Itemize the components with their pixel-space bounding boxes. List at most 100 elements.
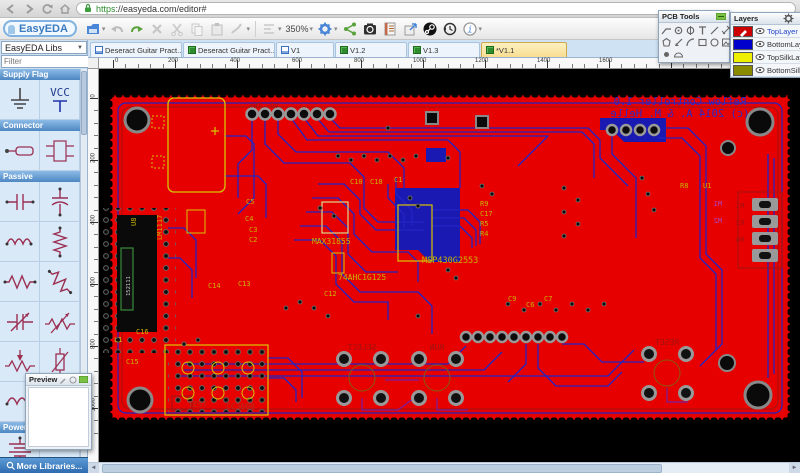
delete-button[interactable] — [147, 19, 167, 39]
redo-button[interactable] — [127, 19, 147, 39]
align-button[interactable]: ▾ — [259, 19, 284, 39]
layer-swatch-bottomsilk[interactable] — [733, 65, 753, 76]
layers-settings-icon[interactable] — [783, 13, 794, 24]
paste-button[interactable] — [207, 19, 227, 39]
tab-pcb-3[interactable]: V1.3 — [408, 42, 480, 57]
lib-symbol-vcc[interactable]: VCC — [40, 80, 80, 120]
workspace: Deseract Guitar Pract.. Deseract Guitar … — [88, 40, 800, 473]
layer-row-topsilk[interactable]: TopSilkLayer — [731, 51, 800, 64]
text-tool[interactable] — [697, 25, 708, 36]
easyeda-app-window: https://easyeda.com/editor# EasyEDA ▾ ▾ … — [0, 0, 800, 473]
layer-row-bottom[interactable]: BottomLayer — [731, 38, 800, 51]
svg-text:TEST: TEST — [188, 400, 207, 409]
circle-tool[interactable] — [709, 37, 720, 48]
library-select[interactable]: EasyEDA Libs▼ — [1, 41, 87, 54]
bom-button[interactable] — [380, 19, 400, 39]
section-connector[interactable]: Connector — [0, 120, 81, 131]
history-button[interactable] — [440, 19, 460, 39]
lib-symbol-resistor-vertical[interactable] — [40, 222, 80, 262]
export-button[interactable] — [400, 19, 420, 39]
hole-tool[interactable] — [661, 49, 672, 60]
pad-tool[interactable] — [673, 25, 684, 36]
scrollbar-thumb[interactable] — [102, 464, 662, 473]
canvas-horizontal-scrollbar[interactable]: ◄ ► — [88, 462, 800, 473]
lib-symbol-capacitor[interactable] — [0, 182, 40, 222]
preview-titlebar[interactable]: Preview — [26, 374, 91, 386]
route-tool[interactable] — [673, 37, 684, 48]
protractor-tool[interactable] — [673, 49, 684, 60]
polygon-tool[interactable] — [661, 37, 672, 48]
svg-text:C6: C6 — [526, 301, 534, 309]
open-icon[interactable] — [69, 376, 77, 384]
svg-text:RUN: RUN — [430, 343, 445, 352]
cut-button[interactable] — [167, 19, 187, 39]
tab-schematic-2[interactable]: V1 — [276, 42, 334, 57]
line-tool[interactable] — [709, 25, 720, 36]
svg-text:U8: U8 — [130, 218, 138, 226]
browser-forward-button[interactable] — [22, 2, 36, 15]
layers-titlebar[interactable]: Layers — [731, 13, 800, 25]
layer-visibility-toggle[interactable] — [753, 66, 767, 74]
screenshot-button[interactable] — [360, 19, 380, 39]
lib-symbol-resistor[interactable] — [0, 262, 40, 302]
lib-symbol-resistor-diagonal[interactable] — [40, 262, 80, 302]
svg-text:M1: M1 — [714, 200, 722, 208]
svg-text:MSP430G2553: MSP430G2553 — [422, 256, 478, 266]
zoom-level-dropdown[interactable]: 350%▾ — [283, 19, 315, 39]
lib-symbol-header-2pin[interactable] — [40, 131, 80, 171]
tab-pcb-1[interactable]: Deseract Guitar Pract.. — [183, 42, 275, 57]
section-passive[interactable]: Passive Components — [0, 171, 81, 182]
lib-symbol-inductor[interactable] — [0, 222, 40, 262]
arc-tool[interactable] — [685, 37, 696, 48]
lock-icon — [82, 0, 93, 18]
layer-row-top[interactable]: TopLayer — [731, 25, 800, 38]
share-button[interactable] — [340, 19, 360, 39]
fabrication-button[interactable] — [420, 19, 440, 39]
svg-text:C16: C16 — [136, 328, 149, 336]
track-tool[interactable] — [661, 25, 672, 36]
layer-row-bottomsilk[interactable]: BottomSilkLayer — [731, 64, 800, 77]
lib-symbol-pin[interactable] — [0, 131, 40, 171]
browser-home-button[interactable] — [58, 2, 72, 15]
tab-pcb-active[interactable]: *V1.1 — [481, 42, 567, 57]
filter-row: ✕ — [1, 55, 87, 68]
layer-swatch-bottom[interactable] — [733, 39, 753, 50]
edit-icon[interactable] — [59, 376, 67, 384]
svg-text:R6: R6 — [736, 236, 744, 244]
scroll-left-arrow[interactable]: ◄ — [88, 463, 99, 473]
via-tool[interactable] — [685, 25, 696, 36]
svg-text:R2: R2 — [736, 219, 744, 227]
tab-schematic-1[interactable]: Deseract Guitar Pract.. — [90, 42, 182, 57]
layer-visibility-toggle[interactable] — [753, 27, 767, 35]
minimize-icon[interactable] — [716, 13, 726, 20]
layer-swatch-topsilk[interactable] — [733, 52, 753, 63]
lib-symbol-resistor-variable[interactable] — [40, 302, 80, 342]
lib-symbol-ground[interactable] — [0, 80, 40, 120]
pcb-tools-titlebar[interactable]: PCB Tools — [659, 11, 729, 23]
browser-reload-button[interactable] — [40, 2, 54, 15]
layer-visibility-toggle[interactable] — [753, 53, 767, 61]
help-button[interactable]: i▾ — [460, 19, 485, 39]
pcb-canvas[interactable]: C10 C18 C1 MAX31855 74AHC1G125 MSP430G25… — [88, 58, 800, 462]
format-brush-button[interactable]: ▾ — [227, 19, 252, 39]
pcb-tools-palette: PCB Tools — [658, 10, 730, 63]
undo-button[interactable] — [107, 19, 127, 39]
svg-text:C4: C4 — [245, 215, 253, 223]
rect-tool[interactable] — [697, 37, 708, 48]
svg-text:R4: R4 — [480, 230, 488, 238]
browser-back-button[interactable] — [4, 2, 18, 15]
tab-pcb-2[interactable]: V1.2 — [335, 42, 407, 57]
layer-swatch-top[interactable] — [733, 26, 753, 37]
copy-button[interactable] — [187, 19, 207, 39]
lib-symbol-capacitor-trimmer[interactable] — [0, 302, 40, 342]
save-button[interactable]: ▾ — [83, 19, 108, 39]
pcb-preview-icon[interactable] — [79, 376, 88, 383]
sidebar-scrollbar-thumb[interactable] — [81, 71, 87, 135]
layer-visibility-toggle[interactable] — [753, 40, 767, 48]
scroll-right-arrow[interactable]: ► — [789, 463, 800, 473]
section-supply-flag[interactable]: Supply Flag — [0, 69, 81, 80]
lib-symbol-capacitor-polarized[interactable] — [40, 182, 80, 222]
svg-text:(c) 2014 A. & M. Helle: (c) 2014 A. & M. Helle — [610, 108, 749, 120]
settings-button[interactable]: ▾ — [315, 19, 340, 39]
more-libraries-button[interactable]: More Libraries... — [0, 457, 88, 473]
